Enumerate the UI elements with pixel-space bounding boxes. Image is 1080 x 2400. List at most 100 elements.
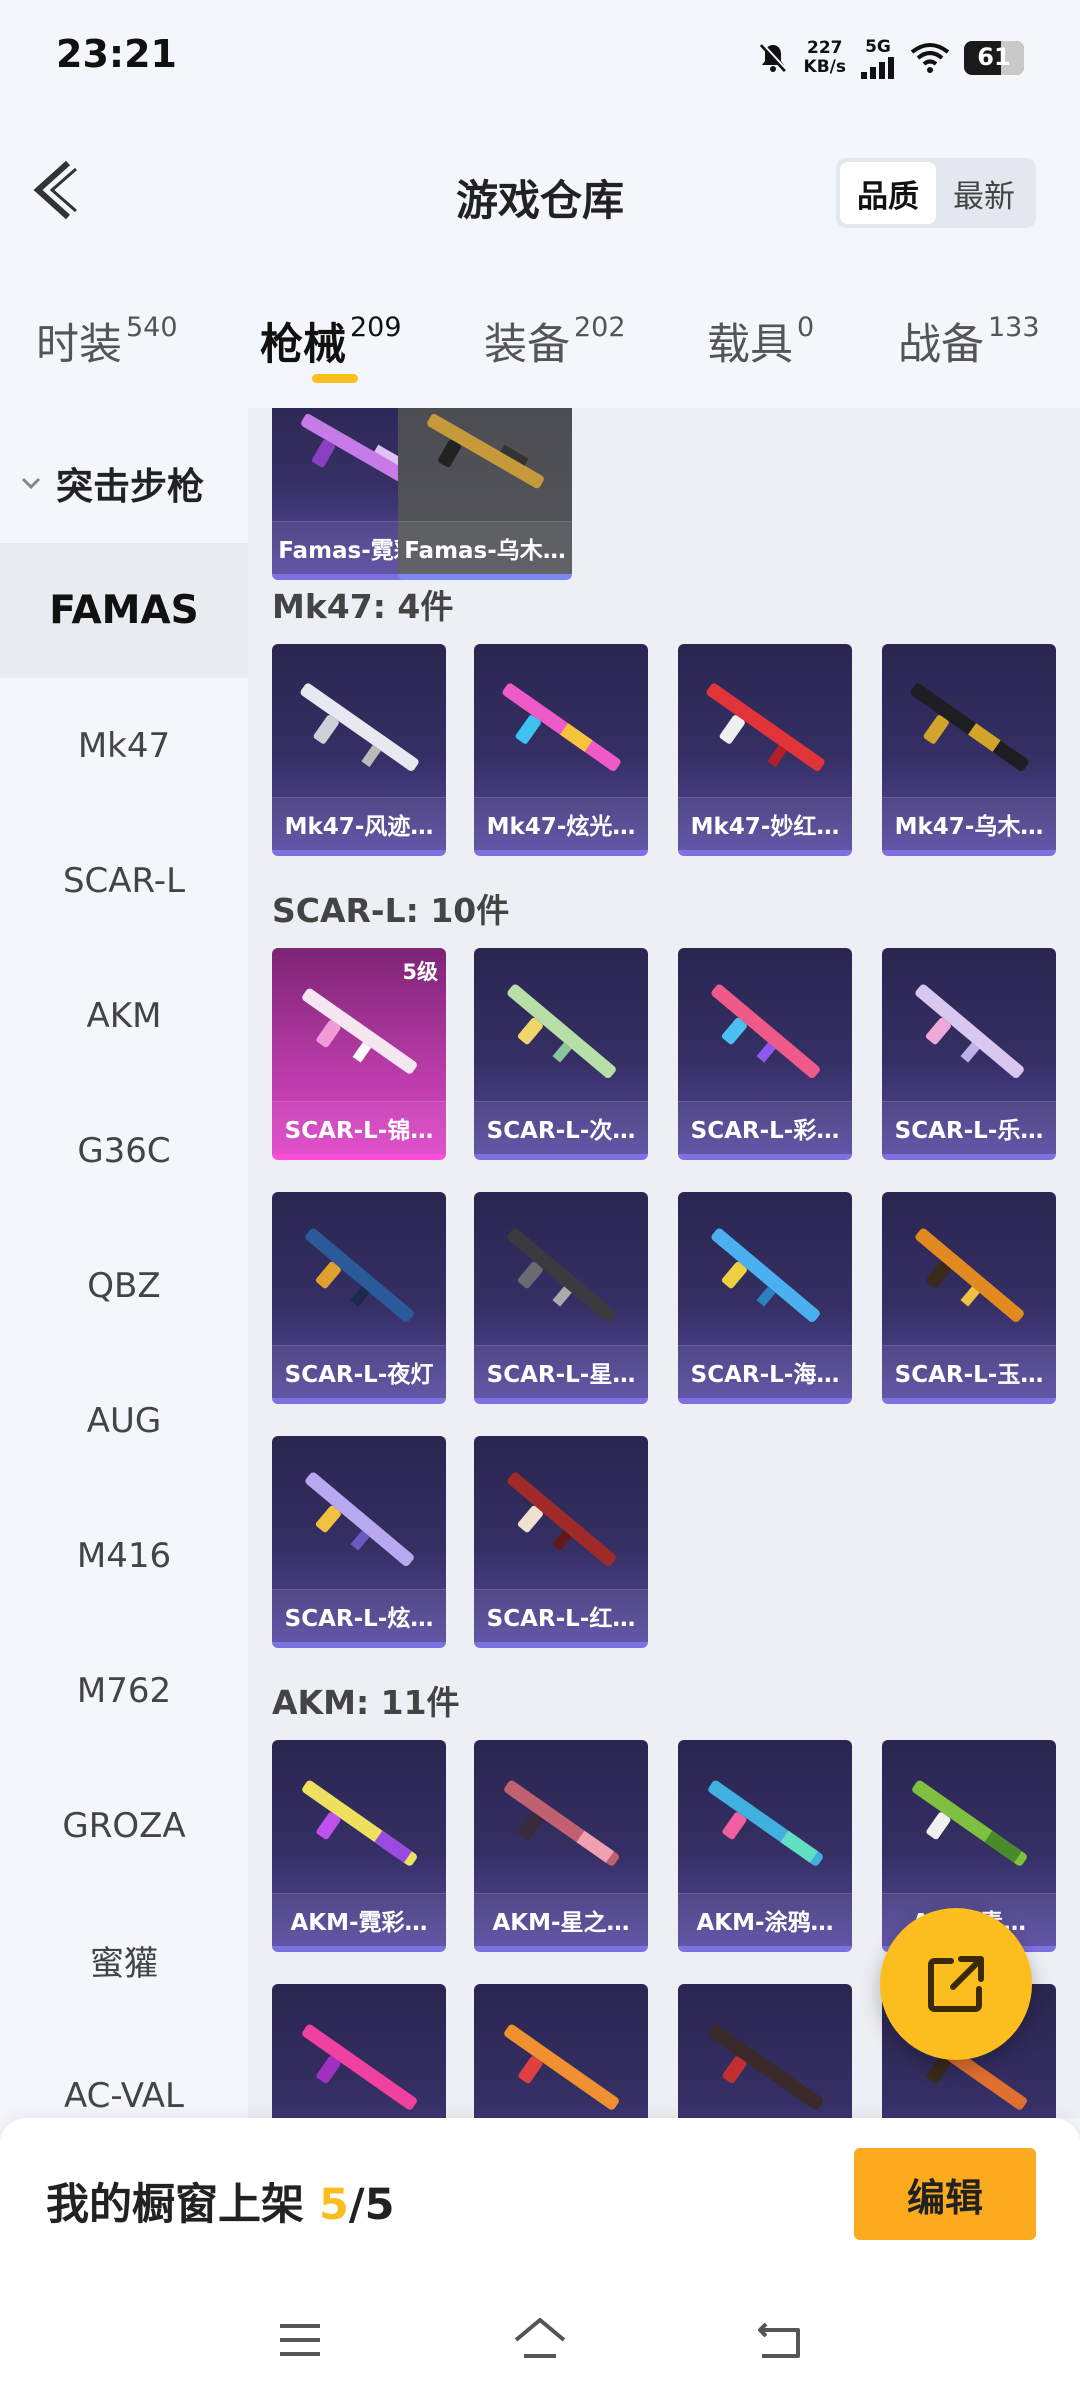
battery-level: 61	[977, 43, 1011, 71]
skin-card[interactable]: Famas-乌木…	[398, 408, 572, 580]
sidebar-item-famas[interactable]: FAMAS	[0, 543, 248, 678]
skin-name: Mk47-炫光…	[474, 797, 648, 850]
tab-weapons[interactable]: 枪械 209	[260, 310, 402, 372]
skin-name: SCAR-L-夜灯	[272, 1345, 446, 1398]
skin-name: SCAR-L-炫…	[272, 1589, 446, 1642]
rifle-skin-image	[302, 2024, 417, 2110]
rifle-skin-image	[427, 414, 544, 489]
skin-card[interactable]: AKM-星之…	[474, 1740, 648, 1952]
rifle-skin-image	[915, 1228, 1024, 1323]
skin-card[interactable]: SCAR-L-玉…	[882, 1192, 1056, 1404]
skin-grid-panel[interactable]: Famas-霓彩… Famas-乌木… Mk47: 4件 Mk47-风迹… Mk…	[248, 408, 1080, 2118]
tab-supplies[interactable]: 战备 133	[898, 310, 1040, 372]
skin-card[interactable]: SCAR-L-炫…	[272, 1436, 446, 1648]
sidebar-item-ac-val[interactable]: AC-VAL	[0, 2028, 248, 2118]
skin-card[interactable]: AKM-涂鸦…	[678, 1740, 852, 1952]
skin-card[interactable]	[272, 1984, 446, 2118]
back-nav-icon[interactable]	[750, 2312, 810, 2368]
tab-count: 0	[797, 312, 815, 343]
sidebar-item-qbz[interactable]: QBZ	[0, 1218, 248, 1353]
section-label-akm: AKM: 11件	[272, 1683, 460, 1722]
skin-card[interactable]: SCAR-L-夜灯	[272, 1192, 446, 1404]
rifle-skin-image	[504, 1780, 619, 1866]
sidebar-item-scar-l[interactable]: SCAR-L	[0, 813, 248, 948]
skin-card[interactable]: 5级 SCAR-L-锦…	[272, 948, 446, 1160]
skin-card[interactable]: SCAR-L-星…	[474, 1192, 648, 1404]
sort-toggle: 品质 最新	[836, 158, 1036, 228]
sidebar-group-label: 突击步枪	[56, 465, 204, 508]
skin-card[interactable]: Mk47-风迹…	[272, 644, 446, 856]
sidebar-item-honey-badger[interactable]: 蜜獾	[0, 1893, 248, 2028]
rifle-skin-image	[305, 1228, 414, 1323]
skin-card[interactable]: SCAR-L-乐…	[882, 948, 1056, 1160]
rifle-skin-image	[302, 1780, 417, 1866]
sidebar-item-m416[interactable]: M416	[0, 1488, 248, 1623]
sidebar-group-assault-rifle[interactable]: 突击步枪	[0, 448, 248, 518]
skin-card[interactable]: Mk47-乌木…	[882, 644, 1056, 856]
chevron-down-icon	[21, 477, 41, 490]
rifle-skin-image	[507, 984, 616, 1079]
sidebar-item-akm[interactable]: AKM	[0, 948, 248, 1083]
tab-equipment[interactable]: 装备 202	[484, 310, 626, 372]
share-button[interactable]	[880, 1908, 1032, 2060]
sort-quality-button[interactable]: 品质	[840, 162, 936, 224]
tab-count: 202	[574, 312, 626, 343]
signal-group: 5G	[860, 37, 896, 79]
weapon-sidebar[interactable]: 突击步枪 FAMAS Mk47 SCAR-L AKM G36C QBZ AUG …	[0, 408, 248, 2118]
section-label-scar-l: SCAR-L: 10件	[272, 891, 510, 930]
sidebar-item-m762[interactable]: M762	[0, 1623, 248, 1758]
skin-card[interactable]: Mk47-妙红…	[678, 644, 852, 856]
edit-button[interactable]: 编辑	[854, 2148, 1036, 2240]
showcase-status: 我的橱窗上架 5/5	[46, 2170, 395, 2232]
skin-name: SCAR-L-次…	[474, 1101, 648, 1154]
skin-card[interactable]: Mk47-炫光…	[474, 644, 648, 856]
menu-icon[interactable]	[270, 2312, 330, 2368]
section-label-mk47: Mk47: 4件	[272, 587, 454, 626]
tab-label: 装备	[484, 320, 570, 370]
showcase-current: 5	[318, 2180, 349, 2230]
skin-card[interactable]: SCAR-L-红…	[474, 1436, 648, 1648]
tab-count: 209	[350, 312, 402, 343]
rifle-skin-image	[711, 1228, 820, 1323]
showcase-bar: 我的橱窗上架 5/5 编辑	[0, 2118, 1080, 2278]
showcase-label: 我的橱窗上架	[46, 2180, 304, 2230]
home-icon[interactable]	[510, 2312, 570, 2368]
skin-name: SCAR-L-锦…	[272, 1101, 446, 1154]
skin-name: SCAR-L-彩…	[678, 1101, 852, 1154]
rifle-skin-image	[711, 984, 820, 1079]
rifle-skin-image	[915, 984, 1024, 1079]
skin-card[interactable]: SCAR-L-次…	[474, 948, 648, 1160]
skin-card[interactable]: AKM-霓彩…	[272, 1740, 446, 1952]
rifle-skin-image	[502, 683, 621, 771]
sidebar-item-mk47[interactable]: Mk47	[0, 678, 248, 813]
active-tab-indicator	[312, 374, 358, 383]
sidebar-item-g36c[interactable]: G36C	[0, 1083, 248, 1218]
skin-name: Mk47-风迹…	[272, 797, 446, 850]
sidebar-item-groza[interactable]: GROZA	[0, 1758, 248, 1893]
skin-card[interactable]: SCAR-L-海…	[678, 1192, 852, 1404]
skin-name: SCAR-L-星…	[474, 1345, 648, 1398]
tab-count: 133	[988, 312, 1040, 343]
sort-latest-button[interactable]: 最新	[936, 162, 1032, 224]
skin-card[interactable]: SCAR-L-彩…	[678, 948, 852, 1160]
share-icon	[928, 1956, 984, 2012]
network-type: 5G	[865, 37, 891, 57]
skin-name: Mk47-乌木…	[882, 797, 1056, 850]
tab-fashion[interactable]: 时装 540	[36, 310, 178, 372]
skin-card[interactable]	[474, 1984, 648, 2118]
sidebar-item-aug[interactable]: AUG	[0, 1353, 248, 1488]
rifle-skin-image	[305, 1472, 414, 1567]
skin-name: SCAR-L-红…	[474, 1589, 648, 1642]
skin-card[interactable]	[678, 1984, 852, 2118]
rifle-skin-image	[507, 1228, 616, 1323]
status-icons: 227 KB/s 5G 61	[756, 30, 1024, 86]
tab-label: 战备	[898, 320, 984, 370]
skin-name: Mk47-妙红…	[678, 797, 852, 850]
rifle-skin-image	[910, 683, 1029, 771]
category-tabs: 时装 540 枪械 209 装备 202 载具 0 战备 133	[0, 290, 1080, 400]
mute-icon	[759, 43, 788, 73]
tab-label: 载具	[707, 320, 793, 370]
tab-vehicles[interactable]: 载具 0	[707, 310, 814, 372]
skin-name: AKM-涂鸦…	[678, 1893, 852, 1946]
skin-name: SCAR-L-乐…	[882, 1101, 1056, 1154]
